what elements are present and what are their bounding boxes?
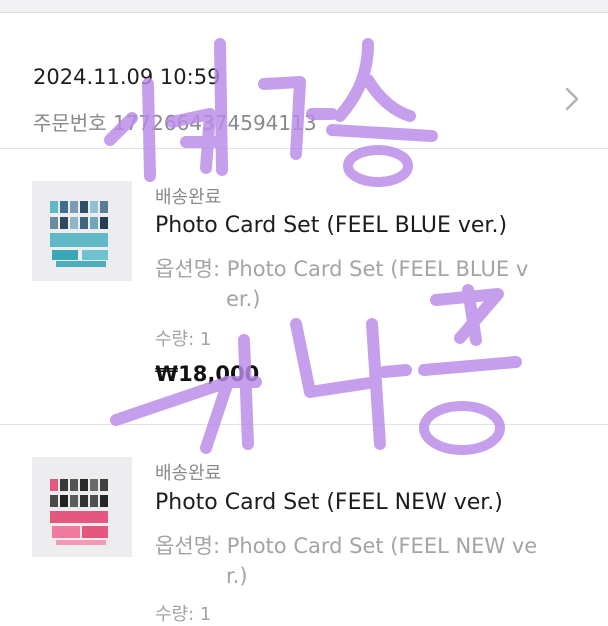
delivery-status: 배송완료 <box>155 463 222 484</box>
option-line: 옵션명: Photo Card Set (FEEL NEW ve <box>155 530 537 560</box>
quantity-value: 1 <box>199 329 212 350</box>
quantity-label: 수량: <box>155 604 195 625</box>
quantity-value: 1 <box>199 604 212 625</box>
option-value-cont: r.) <box>226 564 248 588</box>
option-label: 옵션명: <box>155 257 221 281</box>
option-line: 옵션명: Photo Card Set (FEEL BLUE v <box>155 253 528 283</box>
product-price: ₩18,000 <box>155 362 260 386</box>
product-title[interactable]: Photo Card Set (FEEL BLUE ver.) <box>155 213 507 238</box>
quantity-label: 수량: <box>155 329 195 350</box>
divider <box>0 424 608 425</box>
order-number-value: 1772664374594113 <box>112 111 317 135</box>
option-value: Photo Card Set (FEEL BLUE v <box>226 257 529 281</box>
option-value: Photo Card Set (FEEL NEW ve <box>226 534 538 558</box>
top-gap <box>0 0 608 12</box>
quantity: 수량: 1 <box>155 600 211 626</box>
product-thumbnail[interactable] <box>32 181 132 281</box>
product-title[interactable]: Photo Card Set (FEEL NEW ver.) <box>155 490 503 515</box>
product-thumbnail[interactable] <box>32 457 132 557</box>
divider <box>0 148 608 149</box>
option-value-cont: er.) <box>226 287 261 311</box>
order-number-row: 주문번호 1772664374594113 <box>33 107 317 136</box>
quantity: 수량: 1 <box>155 325 211 351</box>
delivery-status: 배송완료 <box>155 187 222 208</box>
option-label: 옵션명: <box>155 534 221 558</box>
order-number-label: 주문번호 <box>33 111 107 135</box>
order-header[interactable]: 2024.11.09 10:59 주문번호 1772664374594113 <box>0 13 608 148</box>
order-datetime: 2024.11.09 10:59 <box>33 65 221 89</box>
chevron-right-icon[interactable] <box>562 85 582 113</box>
